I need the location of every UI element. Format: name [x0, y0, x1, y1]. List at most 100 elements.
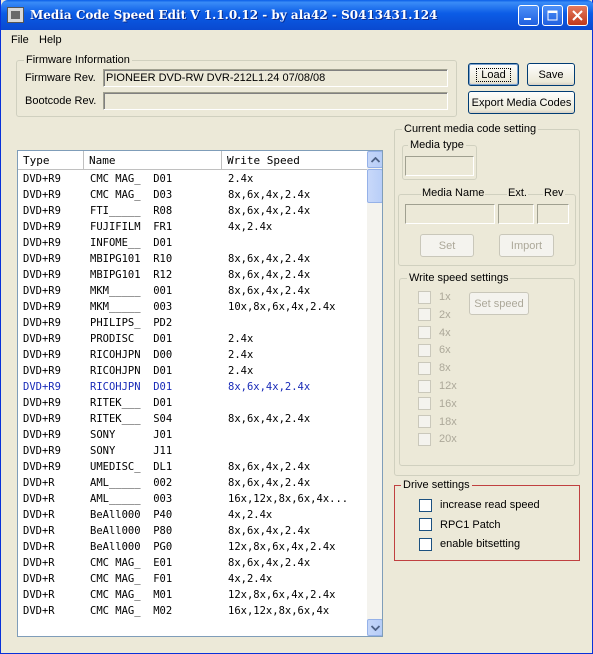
- cell-type: DVD+R: [23, 605, 55, 617]
- column-header-type[interactable]: Type: [18, 151, 84, 169]
- cell-type: DVD+R9: [23, 253, 61, 265]
- checkbox[interactable]: [418, 397, 431, 411]
- cell-type: DVD+R9: [23, 269, 61, 281]
- table-row[interactable]: DVD+R9 RITEK___ D01: [18, 395, 367, 411]
- table-row[interactable]: DVD+R CMC MAG_ F01 4x,2.4x: [18, 571, 367, 587]
- column-header-write-speed[interactable]: Write Speed: [222, 151, 367, 169]
- checkbox[interactable]: [418, 361, 431, 375]
- cell-type: DVD+R9: [23, 301, 61, 313]
- scroll-up-button[interactable]: [367, 151, 382, 168]
- table-row[interactable]: DVD+R9 MBIPG101 R12 8x,6x,4x,2.4x: [18, 267, 367, 283]
- cell-name: RITEK___ D01: [90, 397, 173, 409]
- checkbox[interactable]: [419, 537, 432, 551]
- speed-checkbox-12x[interactable]: 12x: [418, 379, 457, 393]
- table-row[interactable]: DVD+R CMC MAG_ E01 8x,6x,4x,2.4x: [18, 555, 367, 571]
- table-row[interactable]: DVD+R BeAll000 PG0 12x,8x,6x,4x,2.4x: [18, 539, 367, 555]
- checkbox[interactable]: [418, 308, 431, 322]
- checkbox[interactable]: [418, 432, 431, 446]
- checkbox[interactable]: [418, 343, 431, 357]
- cell-type: DVD+R: [23, 589, 55, 601]
- table-row[interactable]: DVD+R9 RICOHJPN D00 2.4x: [18, 347, 367, 363]
- set-button[interactable]: Set: [420, 234, 474, 257]
- window-title: Media Code Speed Edit V 1.1.0.12 - by al…: [30, 8, 438, 22]
- table-row[interactable]: DVD+R BeAll000 P80 8x,6x,4x,2.4x: [18, 523, 367, 539]
- maximize-icon: [547, 10, 558, 21]
- cell-write-speed: 2.4x: [228, 173, 254, 185]
- cell-name: AML_____ 003: [90, 493, 173, 505]
- table-row[interactable]: DVD+R9 RICOHJPN D01 8x,6x,4x,2.4x: [18, 379, 367, 395]
- table-row[interactable]: DVD+R9 SONY J11: [18, 443, 367, 459]
- cell-name: RICOHJPN D00: [90, 349, 173, 361]
- cell-type: DVD+R9: [23, 349, 61, 361]
- import-button[interactable]: Import: [499, 234, 554, 257]
- vertical-scrollbar[interactable]: [367, 151, 382, 636]
- scroll-thumb[interactable]: [367, 169, 382, 203]
- cell-name: RICOHJPN D01: [90, 365, 173, 377]
- speed-checkbox-8x[interactable]: 8x: [418, 361, 451, 375]
- table-row[interactable]: DVD+R9 CMC MAG_ D01 2.4x: [18, 171, 367, 187]
- export-media-codes-button[interactable]: Export Media Codes: [468, 91, 575, 114]
- checkbox[interactable]: [419, 498, 432, 512]
- column-header-name[interactable]: Name: [84, 151, 222, 169]
- table-row[interactable]: DVD+R9 MBIPG101 R10 8x,6x,4x,2.4x: [18, 251, 367, 267]
- speed-checkbox-16x[interactable]: 16x: [418, 397, 457, 411]
- rpc1-patch-checkbox[interactable]: RPC1 Patch: [419, 518, 501, 532]
- speed-checkbox-6x[interactable]: 6x: [418, 343, 451, 357]
- table-row[interactable]: DVD+R9 RITEK___ S04 8x,6x,4x,2.4x: [18, 411, 367, 427]
- checkbox[interactable]: [418, 415, 431, 429]
- checkbox[interactable]: [418, 290, 431, 304]
- app-icon[interactable]: [7, 7, 24, 23]
- speed-checkbox-18x[interactable]: 18x: [418, 415, 457, 429]
- menu-file[interactable]: File: [11, 34, 29, 46]
- table-row[interactable]: DVD+R9 FTI_____ R08 8x,6x,4x,2.4x: [18, 203, 367, 219]
- rev-label: Rev: [543, 187, 565, 199]
- table-row[interactable]: DVD+R CMC MAG_ M02 16x,12x,8x,6x,4x: [18, 603, 367, 619]
- speed-checkbox-2x[interactable]: 2x: [418, 308, 451, 322]
- close-button[interactable]: [567, 5, 588, 26]
- cell-type: DVD+R9: [23, 461, 61, 473]
- table-row[interactable]: DVD+R9 FUJIFILM FR1 4x,2.4x: [18, 219, 367, 235]
- checkbox[interactable]: [418, 379, 431, 393]
- cell-name: CMC MAG_ M01: [90, 589, 173, 601]
- checkbox[interactable]: [419, 518, 432, 531]
- set-speed-button[interactable]: Set speed: [469, 292, 529, 315]
- table-row[interactable]: DVD+R9 MKM_____ 001 8x,6x,4x,2.4x: [18, 283, 367, 299]
- cell-name: INFOME__ D01: [90, 237, 173, 249]
- table-row[interactable]: DVD+R9 INFOME__ D01: [18, 235, 367, 251]
- speed-checkbox-4x[interactable]: 4x: [418, 326, 451, 340]
- table-row[interactable]: DVD+R AML_____ 002 8x,6x,4x,2.4x: [18, 475, 367, 491]
- table-row[interactable]: DVD+R9 PRODISC D01 2.4x: [18, 331, 367, 347]
- checkbox[interactable]: [418, 326, 431, 340]
- table-row[interactable]: DVD+R CMC MAG_ M01 12x,8x,6x,4x,2.4x: [18, 587, 367, 603]
- scroll-down-button[interactable]: [367, 619, 382, 636]
- enable-bitsetting-checkbox[interactable]: enable bitsetting: [419, 537, 520, 551]
- table-row[interactable]: DVD+R9 PHILIPS_ PD2: [18, 315, 367, 331]
- speed-label: 18x: [439, 415, 457, 428]
- speed-checkbox-1x[interactable]: 1x: [418, 290, 451, 304]
- menu-help[interactable]: Help: [39, 34, 62, 46]
- cell-write-speed: 8x,6x,4x,2.4x: [228, 285, 311, 297]
- bootcode-rev-field[interactable]: [103, 92, 448, 110]
- speed-checkbox-20x[interactable]: 20x: [418, 432, 457, 446]
- speed-label: 1x: [439, 291, 451, 303]
- save-button[interactable]: Save: [527, 63, 575, 86]
- title-bar[interactable]: Media Code Speed Edit V 1.1.0.12 - by al…: [1, 0, 593, 30]
- table-row[interactable]: DVD+R9 SONY J01: [18, 427, 367, 443]
- table-row[interactable]: DVD+R9 CMC MAG_ D03 8x,6x,4x,2.4x: [18, 187, 367, 203]
- cell-type: DVD+R9: [23, 173, 61, 185]
- cell-type: DVD+R9: [23, 285, 61, 297]
- table-row[interactable]: DVD+R9 UMEDISC_ DL1 8x,6x,4x,2.4x: [18, 459, 367, 475]
- cell-type: DVD+R9: [23, 189, 61, 201]
- firmware-rev-field[interactable]: PIONEER DVD-RW DVR-212L1.24 07/08/08: [103, 69, 448, 87]
- load-button[interactable]: Load: [468, 63, 519, 86]
- table-row[interactable]: DVD+R AML_____ 003 16x,12x,8x,6x,4x...: [18, 491, 367, 507]
- cell-type: DVD+R9: [23, 317, 61, 329]
- table-row[interactable]: DVD+R9 MKM_____ 003 10x,8x,6x,4x,2.4x: [18, 299, 367, 315]
- media-code-list[interactable]: Type Name Write Speed DVD+R9 CMC MAG_ D01…: [17, 150, 383, 637]
- table-row[interactable]: DVD+R BeAll000 P40 4x,2.4x: [18, 507, 367, 523]
- minimize-button[interactable]: [518, 5, 539, 26]
- table-row[interactable]: DVD+R9 RICOHJPN D01 2.4x: [18, 363, 367, 379]
- increase-read-speed-checkbox[interactable]: increase read speed: [419, 498, 540, 512]
- maximize-button[interactable]: [542, 5, 563, 26]
- cell-type: DVD+R9: [23, 333, 61, 345]
